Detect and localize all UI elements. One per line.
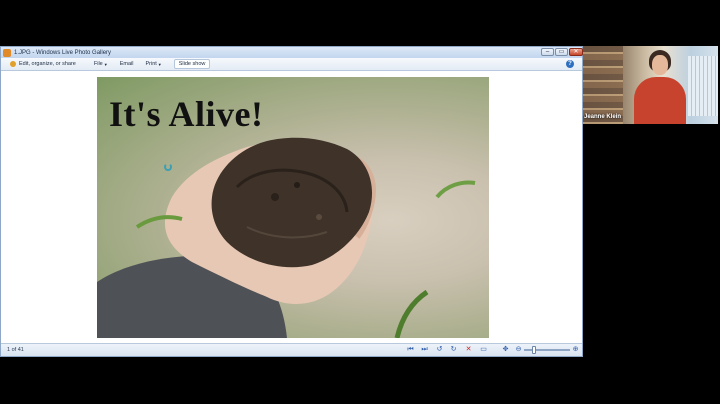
close-button[interactable]: ✕ bbox=[569, 48, 583, 56]
zoom-out-icon[interactable]: ⊖ bbox=[514, 346, 523, 354]
gallery-icon bbox=[10, 61, 16, 67]
window-title: 1.JPG - Windows Live Photo Gallery bbox=[14, 49, 112, 56]
participant-face bbox=[652, 55, 668, 75]
edit-organize-share-button[interactable]: Edit, organize, or share bbox=[10, 61, 76, 67]
zoom-in-icon[interactable]: ⊕ bbox=[571, 346, 580, 354]
file-menu-label: File bbox=[93, 61, 103, 67]
print-menu[interactable]: Print ▼ bbox=[145, 61, 161, 67]
slideshow-button[interactable]: Slide show bbox=[173, 59, 211, 69]
participant-video bbox=[631, 50, 689, 124]
prev-icon[interactable]: ⏮ bbox=[406, 346, 415, 354]
participant-name-label: Jeanne Klein bbox=[584, 114, 622, 120]
title-bar: 1.JPG - Windows Live Photo Gallery – ▭ ✕ bbox=[1, 47, 583, 58]
maximize-button[interactable]: ▭ bbox=[555, 48, 568, 56]
file-menu[interactable]: File ▼ bbox=[94, 61, 108, 67]
chevron-down-icon: ▼ bbox=[157, 61, 162, 67]
minimize-button[interactable]: – bbox=[541, 48, 554, 56]
app-icon bbox=[3, 48, 11, 57]
photo-count: 1 of 41 bbox=[7, 347, 24, 353]
status-bar: 1 of 41 ⏮ ⏭ ↺ ↻ ✕ ▭ ✥ ⊖ ⊕ bbox=[1, 343, 582, 356]
screen: 1.JPG - Windows Live Photo Gallery – ▭ ✕… bbox=[0, 0, 720, 404]
zoom-slider[interactable] bbox=[524, 346, 570, 354]
rotate-right-icon[interactable]: ↻ bbox=[449, 346, 458, 354]
toolbar: Edit, organize, or share File ▼ Email Pr… bbox=[1, 58, 582, 71]
photo-gallery-window: 1.JPG - Windows Live Photo Gallery – ▭ ✕… bbox=[0, 46, 583, 357]
chevron-down-icon: ▼ bbox=[103, 61, 108, 67]
slideshow-label: Slide show bbox=[178, 61, 206, 67]
edit-organize-share-label: Edit, organize, or share bbox=[19, 61, 76, 67]
rotate-left-icon[interactable]: ↺ bbox=[435, 346, 444, 354]
participant-body bbox=[634, 77, 686, 124]
email-button[interactable]: Email bbox=[120, 61, 134, 67]
next-icon[interactable]: ⏭ bbox=[420, 346, 429, 354]
email-label: Email bbox=[119, 61, 134, 67]
zoom-slider-handle[interactable] bbox=[532, 346, 536, 354]
actual-size-icon[interactable]: ✥ bbox=[501, 346, 510, 354]
webcam-video-tile: Jeanne Klein bbox=[583, 46, 718, 124]
print-menu-label: Print bbox=[145, 61, 157, 67]
delete-icon[interactable]: ✕ bbox=[464, 346, 473, 354]
help-icon[interactable]: ? bbox=[566, 60, 574, 68]
window-background bbox=[688, 56, 718, 116]
loading-cursor-icon bbox=[164, 163, 172, 171]
photo-view: It's Alive! bbox=[97, 77, 489, 338]
display-icon[interactable]: ▭ bbox=[479, 346, 488, 354]
bookshelf-background bbox=[583, 46, 623, 124]
photo-caption-text: It's Alive! bbox=[109, 94, 264, 134]
